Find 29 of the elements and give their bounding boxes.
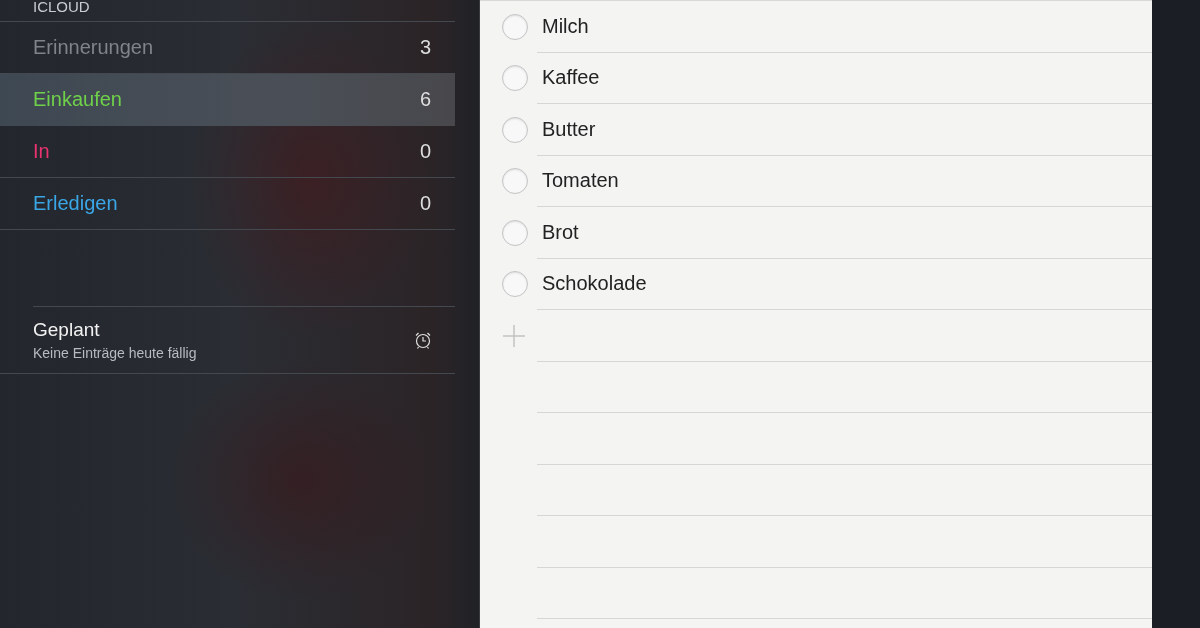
list-count: 0	[418, 192, 431, 215]
reminder-title: Butter	[542, 117, 596, 141]
scheduled-title: Geplant	[33, 319, 101, 341]
checkbox[interactable]	[502, 219, 528, 246]
checkbox[interactable]	[502, 13, 528, 40]
list-row[interactable]: In 0	[0, 126, 455, 178]
list-count: 0	[418, 140, 431, 163]
alarm-clock-icon	[413, 330, 433, 350]
list-count: 3	[418, 36, 431, 59]
checkbox[interactable]	[502, 168, 528, 195]
reminder-title: Brot	[542, 220, 579, 244]
reminder-title: Tomaten	[542, 169, 619, 193]
scheduled-row[interactable]: Geplant Keine Einträge heute fällig	[0, 307, 455, 374]
add-icon[interactable]	[502, 323, 526, 348]
list-count: 6	[418, 88, 431, 111]
checkbox[interactable]	[502, 116, 528, 143]
reminder-title: Kaffee	[542, 66, 600, 90]
scheduled-subtitle: Keine Einträge heute fällig	[33, 345, 198, 361]
reminder-title: Schokolade	[542, 272, 647, 296]
list-row[interactable]: Einkaufen 6	[0, 74, 455, 126]
list-name: Einkaufen	[33, 88, 123, 111]
list-name: Erinnerungen	[33, 36, 155, 59]
reminder-title: Milch	[542, 14, 589, 38]
list-name: In	[33, 140, 51, 163]
list-name: Erledigen	[33, 192, 119, 215]
section-header: ICLOUD	[33, 0, 90, 15]
checkbox[interactable]	[502, 65, 528, 92]
list-row[interactable]: Erledigen 0	[0, 178, 455, 230]
checkbox[interactable]	[502, 271, 528, 298]
